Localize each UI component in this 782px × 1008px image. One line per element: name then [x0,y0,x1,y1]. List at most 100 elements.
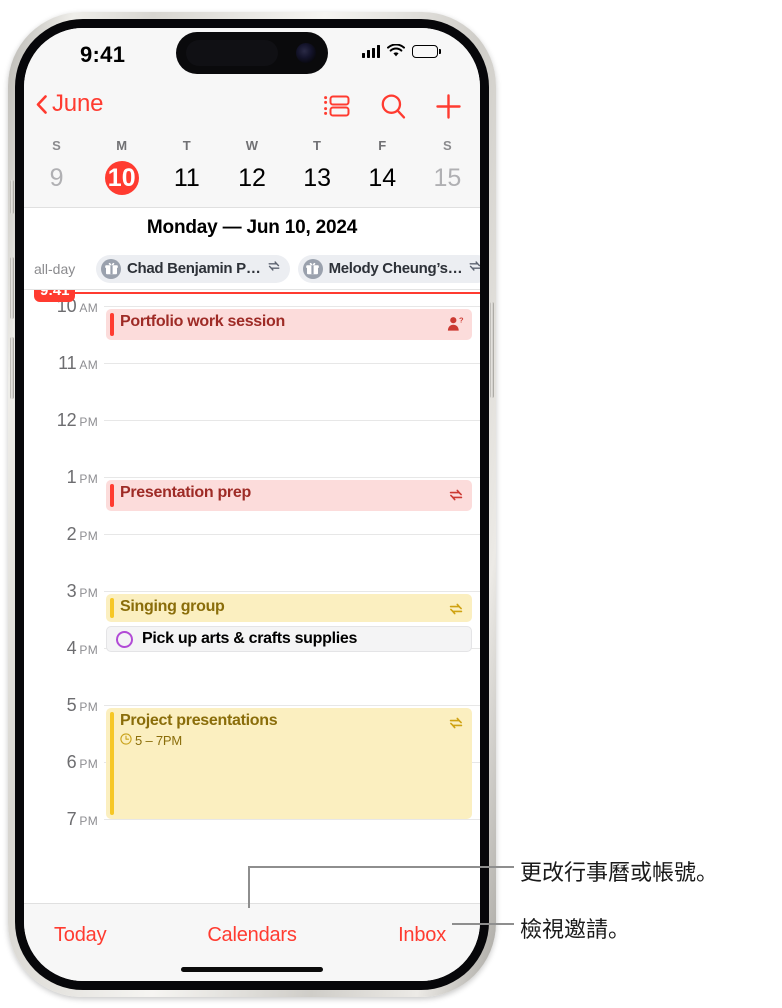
back-to-month-button[interactable]: June [36,90,103,118]
silent-switch[interactable] [10,180,14,214]
power-button[interactable] [490,302,494,398]
screenshot-root: 9:41 June S 9 M 10 T 11 W 12 T 13 F 14 S… [0,0,782,1008]
hour-label: 6 PM [67,752,98,773]
hour-gridline [104,363,480,364]
hour-label-suffix: PM [79,757,98,771]
hour-label: 5 PM [67,695,98,716]
repeat-icon [468,259,480,278]
event-title: Singing group [120,597,225,615]
status-bar: 9:41 [24,28,480,86]
reminder-item[interactable]: Pick up arts & crafts supplies [106,626,472,653]
repeat-icon [448,487,464,508]
week-day-number: 12 [238,164,266,192]
today-button[interactable]: Today [54,924,107,947]
event-title: Project presentations [120,711,278,729]
day-timeline[interactable]: 10 AM 11 AM 12 PM 1 PM 2 PM 3 PM 4 PM 5 PM 6 PM 7 PM Portfol… [24,290,480,903]
cellular-bars-icon [362,44,380,58]
week-day-number: 15 [433,164,462,192]
week-day-13[interactable]: T 13 [285,132,350,207]
hour-label: 7 PM [67,809,98,830]
all-day-event-chip[interactable]: Chad Benjamin P… [96,254,290,283]
day-header: Monday — Jun 10, 2024 [24,208,480,248]
gift-icon [101,258,121,279]
volume-up-button[interactable] [10,257,14,319]
hour-label-suffix: PM [79,643,98,657]
callout-leader-inbox [452,923,514,925]
week-day-9[interactable]: S9 [24,132,89,207]
back-button-label: June [52,90,104,117]
week-day-letter: T [182,138,191,153]
week-day-letter: S [442,138,452,153]
chevron-left-icon [36,94,47,114]
search-icon[interactable] [379,92,407,120]
week-day-14[interactable]: F 14 [350,132,415,207]
hour-label-suffix: PM [79,415,98,429]
nav-action-group [323,92,462,120]
week-day-15[interactable]: S 15 [415,132,480,207]
calendar-event[interactable]: Project presentations 5 – 7PM [106,707,472,819]
hour-gridline [104,591,480,592]
repeat-icon [448,715,464,736]
event-time-range: 5 – 7PM [120,733,182,748]
phone-screen: 9:41 June S 9 M 10 T 11 W 12 T 13 F 14 S… [24,28,480,981]
reminder-checkbox-icon[interactable] [116,630,133,648]
all-day-label: all-day [34,260,76,277]
hour-label: 2 PM [67,524,98,545]
week-day-letter: T [313,138,322,153]
week-strip: S 9 M 10 T 11 W 12 T 13 F 14 S 15 [24,132,480,208]
hour-gridline [104,705,480,706]
hour-label-number: 4 [66,638,77,658]
add-event-icon[interactable] [435,93,462,120]
calendars-button[interactable]: Calendars [207,924,297,947]
hour-label-number: 11 [58,353,77,373]
all-day-chip-list: Chad Benjamin P… Melody Cheung’s… [96,254,480,283]
volume-down-button[interactable] [10,337,14,399]
all-day-event-title: Melody Cheung’s… [328,260,463,277]
calendar-event[interactable]: Singing group [106,593,472,623]
week-day-letter: F [378,138,387,153]
day-view-toggle-icon[interactable] [323,93,351,119]
status-bar-time: 9:41 [80,42,126,67]
hour-label-number: 12 [56,410,77,430]
calendar-event[interactable]: Presentation prep [106,479,472,512]
week-day-10[interactable]: M 10 [89,132,154,207]
all-day-event-title: Chad Benjamin P… [127,260,261,277]
hour-label-suffix: PM [79,586,98,600]
week-day-letter: S [52,138,61,153]
home-indicator[interactable] [181,967,323,972]
inbox-button[interactable]: Inbox [398,924,446,947]
hour-label: 4 PM [67,638,98,659]
iphone-frame: 9:41 June S 9 M 10 T 11 W 12 T 13 F 14 S… [8,12,496,997]
week-day-12[interactable]: W 12 [219,132,284,207]
hour-gridline [104,534,480,535]
callout-label-inbox: 檢視邀請。 [520,918,631,943]
status-bar-indicators [362,44,441,58]
callout-leader-calendars-horizontal [248,866,514,868]
week-day-11[interactable]: T 11 [154,132,219,207]
hour-label-suffix: PM [79,700,98,714]
reminder-title: Pick up arts & crafts supplies [142,630,358,648]
battery-icon [412,44,441,58]
hour-label-suffix: PM [79,529,98,543]
wifi-icon [387,44,405,57]
bottom-toolbar: Today Calendars Inbox [24,903,480,981]
calendar-event[interactable]: Portfolio work session? [106,308,472,341]
event-time-range-text: 5 – 7PM [135,732,183,748]
week-day-letter: W [245,138,259,153]
phone-bezel: 9:41 June S 9 M 10 T 11 W 12 T 13 F 14 S… [15,19,489,990]
hour-label-number: 5 [66,695,77,715]
current-time-label: 9:41 [34,290,76,302]
hour-gridline [104,306,480,307]
callout-label-calendars: 更改行事曆或帳號。 [520,861,719,886]
repeat-icon [448,601,464,622]
hour-label: 1 PM [67,467,98,488]
hour-label: 3 PM [67,581,98,602]
week-day-number: 9 [49,164,64,192]
event-color-bar [110,312,114,337]
hour-label-suffix: AM [79,358,98,372]
week-day-number: 13 [303,164,332,192]
all-day-event-chip[interactable]: Melody Cheung’s… [297,254,480,283]
week-day-number-selected: 10 [104,161,139,195]
event-color-bar [110,711,114,815]
dynamic-island [176,32,328,74]
